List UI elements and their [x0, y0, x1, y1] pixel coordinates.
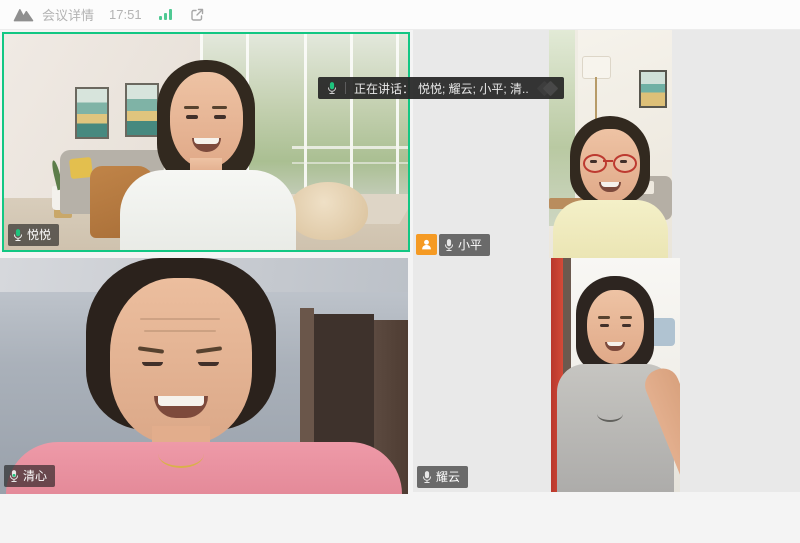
participant-name: 耀云	[436, 471, 460, 483]
wall-art	[125, 83, 159, 137]
video-tile-yueyue[interactable]: 悦悦	[2, 32, 410, 252]
necklace	[158, 440, 204, 468]
video-tile-xiaoping[interactable]: 小平	[413, 30, 800, 258]
participant-shirt	[120, 170, 296, 252]
floor-lamp	[582, 56, 611, 79]
participant-shirt	[553, 200, 668, 258]
microphone-icon	[13, 228, 23, 242]
host-badge-icon	[416, 234, 437, 255]
now-speaking-banner: 正在讲话： 悦悦; 耀云; 小平; 清..	[318, 77, 564, 99]
page-title: 会议详情	[42, 5, 94, 24]
shirt-graphic	[597, 406, 623, 422]
participant-name-badge: 悦悦	[8, 224, 59, 246]
signal-strength-icon	[159, 9, 172, 20]
participant-name: 清心	[23, 470, 47, 482]
participant-name: 小平	[458, 239, 482, 251]
microphone-icon	[444, 238, 454, 252]
portrait-video	[551, 258, 680, 492]
participant-shirt	[6, 442, 402, 494]
microphone-active-icon	[327, 81, 337, 95]
open-external-icon[interactable]	[189, 7, 205, 23]
participant-name-badge: 清心	[4, 465, 55, 487]
eyeglasses	[613, 154, 637, 173]
meeting-window: 会议详情 17:51	[0, 0, 800, 543]
video-tile-qingxin[interactable]: 清心	[0, 258, 408, 494]
app-logo-icon	[13, 7, 34, 22]
video-tile-yaoyun[interactable]: 耀云	[413, 258, 800, 492]
participant-name-badge: 耀云	[417, 466, 468, 488]
wall-art	[75, 87, 109, 139]
wall-art	[639, 70, 667, 108]
eyeglasses	[583, 154, 607, 173]
bean-bag	[288, 182, 368, 240]
now-speaking-names: 悦悦; 耀云; 小平; 清..	[418, 80, 529, 97]
now-speaking-label: 正在讲话：	[354, 80, 414, 97]
microphone-icon	[422, 470, 432, 484]
participant-name-badge: 小平	[439, 234, 490, 256]
participant-name: 悦悦	[27, 229, 51, 241]
top-bar: 会议详情 17:51	[0, 0, 800, 30]
microphone-icon	[9, 469, 19, 483]
meeting-time: 17:51	[109, 7, 142, 22]
portrait-video	[549, 30, 672, 258]
